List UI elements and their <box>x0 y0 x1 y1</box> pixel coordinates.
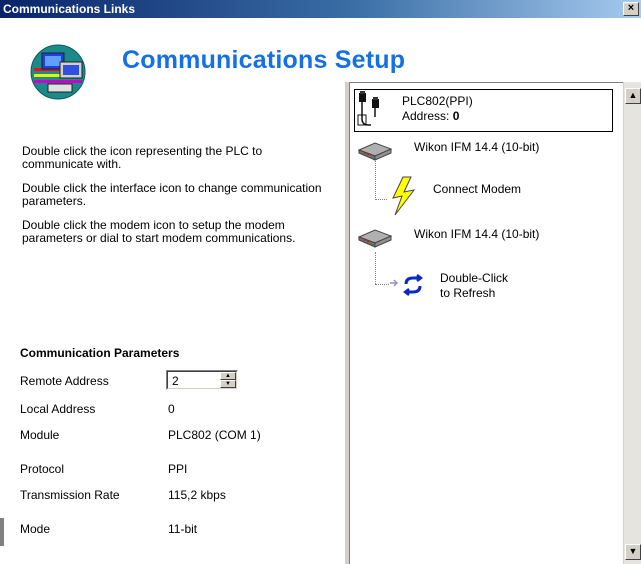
protocol-label: Protocol <box>20 462 65 476</box>
spin-down-button[interactable]: ▼ <box>220 380 236 388</box>
modem-icon[interactable] <box>357 141 393 161</box>
scroll-down-button[interactable]: ▼ <box>625 544 641 560</box>
module-value: PLC802 (COM 1) <box>168 428 261 442</box>
modem-icon[interactable] <box>357 228 393 248</box>
rate-label: Transmission Rate <box>20 488 120 502</box>
page-title: Communications Setup <box>122 46 406 74</box>
params-title: Communication Parameters <box>20 346 180 360</box>
network-logo-icon <box>30 44 86 100</box>
modem-2-label[interactable]: Wikon IFM 14.4 (10-bit) <box>414 228 539 241</box>
tree-line <box>375 252 376 284</box>
window-title: Communications Links <box>3 2 136 16</box>
instruction-modem: Double click the modem icon to setup the… <box>22 218 296 245</box>
scroll-up-button[interactable]: ▲ <box>625 88 641 104</box>
instructions: Double click the icon representing the P… <box>22 145 332 256</box>
plc-item[interactable] <box>354 89 613 132</box>
arrow-icon <box>390 279 398 287</box>
connect-modem-label[interactable]: Connect Modem <box>433 183 521 196</box>
title-bar: Communications Links × <box>0 0 641 18</box>
instruction-interface: Double click the interface icon to chang… <box>22 181 322 208</box>
tree-line <box>375 199 387 200</box>
protocol-value: PPI <box>168 462 188 476</box>
close-icon: × <box>627 2 635 14</box>
tree-line <box>375 284 389 285</box>
tree-scrollbar[interactable]: ▲ ▼ <box>623 82 641 564</box>
plc-address: Address: 0 <box>402 110 459 123</box>
lightning-icon[interactable] <box>389 176 417 216</box>
plc-address-value: 0 <box>452 109 460 123</box>
refresh-label-line2[interactable]: to Refresh <box>440 287 495 300</box>
modem-1-label[interactable]: Wikon IFM 14.4 (10-bit) <box>414 141 539 154</box>
plc-address-label: Address: <box>402 109 453 123</box>
remote-address-label: Remote Address <box>20 374 109 388</box>
refresh-label-line1[interactable]: Double-Click <box>440 272 508 285</box>
remote-address-stepper[interactable]: 2 ▲ ▼ <box>166 370 238 390</box>
plc-name[interactable]: PLC802(PPI) <box>402 95 473 108</box>
rate-value: 115,2 kbps <box>168 488 226 502</box>
spin-up-button[interactable]: ▲ <box>220 372 236 380</box>
plc-icon[interactable] <box>357 91 383 129</box>
close-button[interactable]: × <box>623 2 639 16</box>
window-edge <box>0 518 4 546</box>
local-address-label: Local Address <box>20 402 96 416</box>
local-address-value: 0 <box>168 402 175 416</box>
module-label: Module <box>20 428 60 442</box>
remote-address-value[interactable]: 2 <box>172 374 179 388</box>
instruction-plc: Double click the icon representing the P… <box>22 144 263 171</box>
refresh-icon[interactable] <box>402 274 424 296</box>
mode-value: 11-bit <box>168 522 198 536</box>
mode-label: Mode <box>20 522 51 536</box>
